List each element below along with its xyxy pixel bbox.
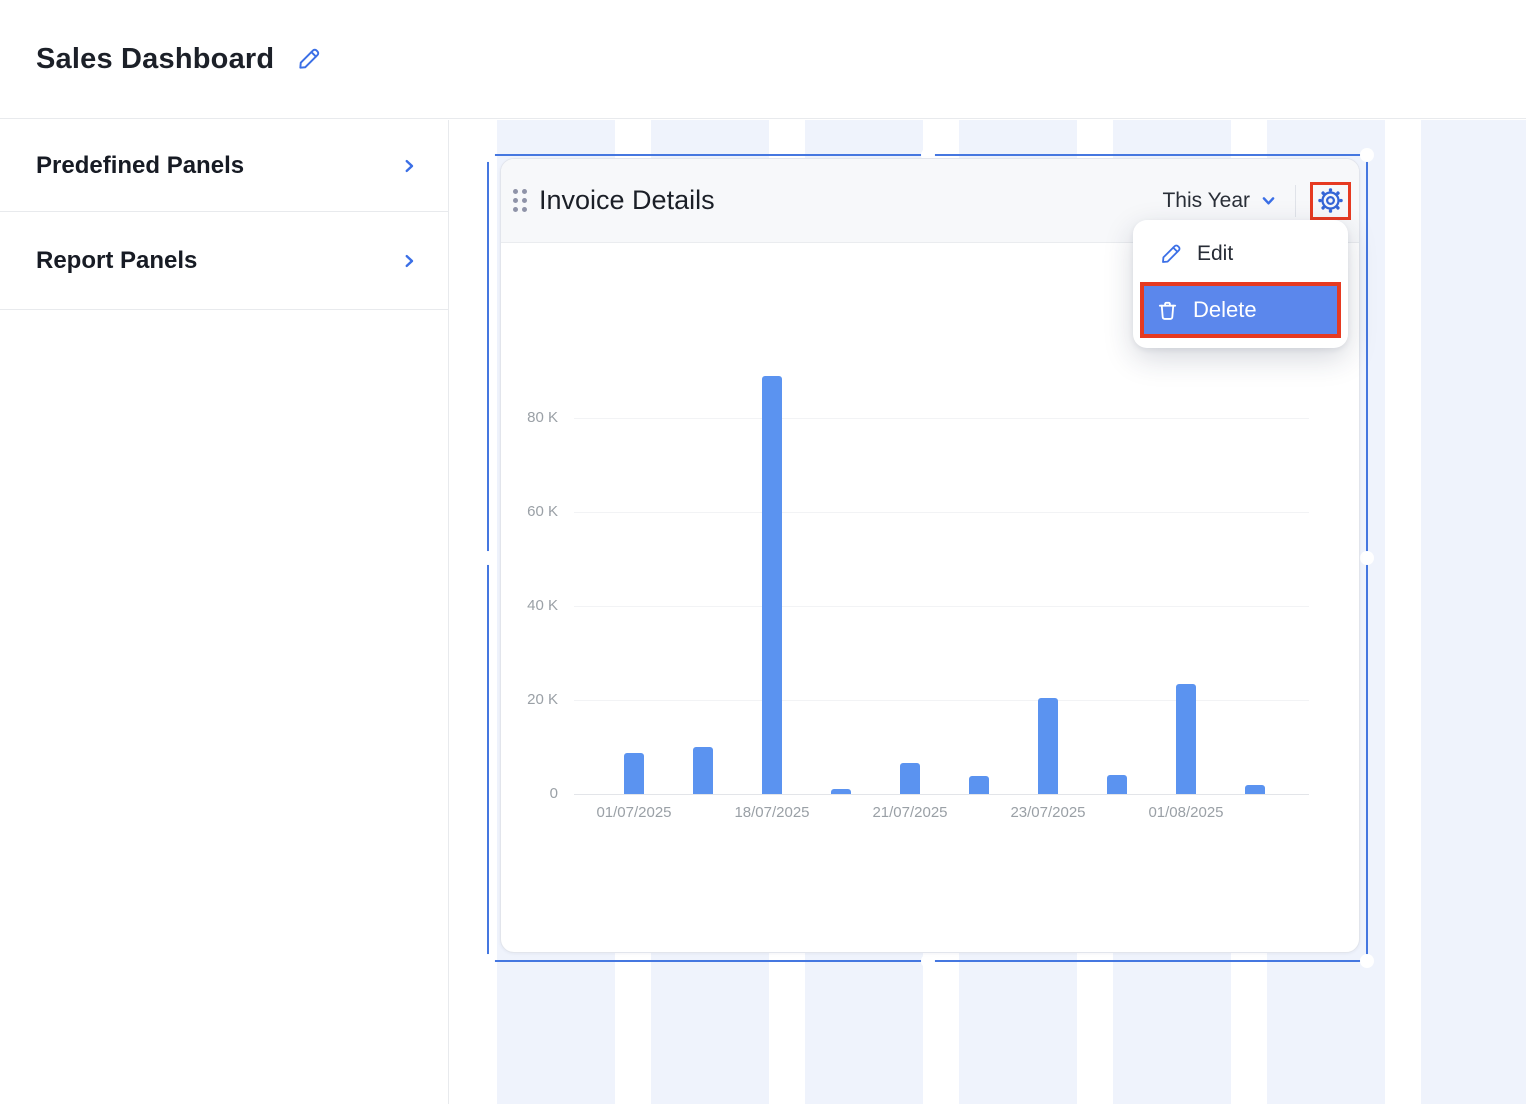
edit-dashboard-name-button[interactable]: [296, 46, 322, 72]
resize-handle[interactable]: [1360, 954, 1374, 968]
chevron-right-icon: [400, 252, 418, 270]
gridline: [574, 512, 1309, 513]
topbar: Sales Dashboard: [0, 0, 1526, 119]
x-tick-label: 01/07/2025: [579, 804, 689, 821]
resize-handle[interactable]: [921, 954, 935, 968]
sidebar-item-predefined-panels[interactable]: Predefined Panels: [0, 120, 448, 212]
y-tick-label: 60 K: [501, 503, 558, 520]
delete-highlight-annotation: Delete: [1140, 282, 1341, 338]
gridline: [574, 700, 1309, 701]
x-axis-line: [574, 794, 1309, 795]
bar[interactable]: [900, 763, 920, 794]
sidebar-item-label: Predefined Panels: [36, 152, 244, 180]
resize-handle[interactable]: [481, 148, 495, 162]
sidebar-item-report-panels[interactable]: Report Panels: [0, 212, 448, 310]
x-tick-label: 23/07/2025: [993, 804, 1103, 821]
bar[interactable]: [762, 376, 782, 794]
bar[interactable]: [1176, 684, 1196, 794]
panel-settings-menu: Edit Delete: [1133, 220, 1348, 348]
bar[interactable]: [693, 747, 713, 794]
menu-item-edit[interactable]: Edit: [1149, 230, 1332, 278]
x-tick-label: 18/07/2025: [717, 804, 827, 821]
menu-item-label: Delete: [1193, 297, 1257, 323]
chevron-right-icon: [400, 157, 418, 175]
bar[interactable]: [1107, 775, 1127, 794]
menu-item-label: Edit: [1197, 242, 1233, 266]
gridline: [574, 418, 1309, 419]
pencil-icon: [296, 46, 322, 72]
y-tick-label: 40 K: [501, 597, 558, 614]
bar[interactable]: [831, 789, 851, 794]
resize-handle[interactable]: [1360, 551, 1374, 565]
menu-item-delete[interactable]: Delete: [1144, 286, 1337, 334]
bar[interactable]: [624, 753, 644, 794]
bar[interactable]: [969, 776, 989, 794]
trash-icon: [1156, 299, 1179, 322]
y-tick-label: 80 K: [501, 409, 558, 426]
resize-handle[interactable]: [481, 551, 495, 565]
bar[interactable]: [1245, 785, 1265, 794]
bar[interactable]: [1038, 698, 1058, 794]
y-tick-label: 20 K: [501, 691, 558, 708]
page-title: Sales Dashboard: [36, 43, 274, 76]
pencil-icon: [1159, 242, 1183, 266]
sidebar-item-label: Report Panels: [36, 247, 197, 275]
resize-handle[interactable]: [481, 954, 495, 968]
y-tick-label: 0: [501, 785, 558, 802]
x-tick-label: 01/08/2025: [1131, 804, 1241, 821]
sidebar: Predefined Panels Report Panels: [0, 120, 449, 1104]
x-tick-label: 21/07/2025: [855, 804, 965, 821]
gridline: [574, 606, 1309, 607]
resize-handle[interactable]: [1360, 148, 1374, 162]
